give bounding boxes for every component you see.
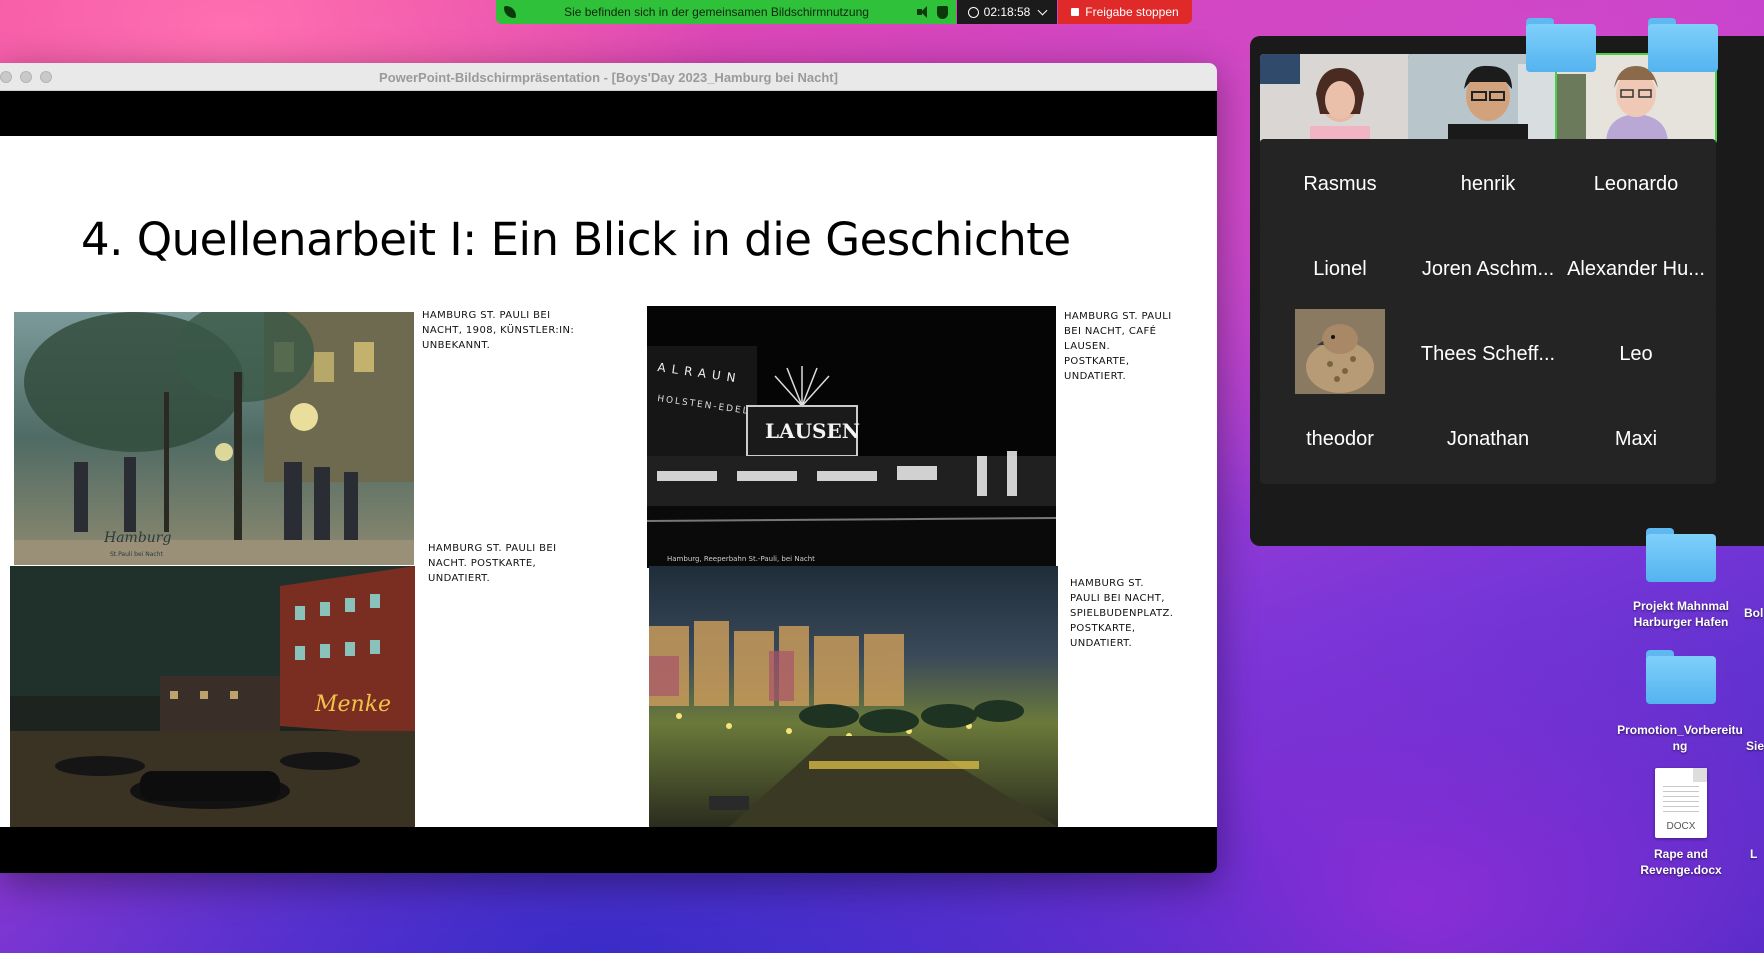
video-tile-name[interactable]: Leo	[1556, 309, 1716, 399]
text-lines	[1663, 786, 1699, 812]
photo1-script: Hamburg	[103, 530, 172, 546]
postcard-photo-spielbudenplatz	[649, 566, 1058, 827]
video-tile-name[interactable]: Maxi	[1556, 394, 1716, 484]
postcard-photo-1908: Hamburg St.Pauli bei Nacht	[14, 312, 414, 565]
video-tile-name[interactable]: Rasmus	[1260, 139, 1420, 229]
video-tile-name[interactable]: Leonardo	[1556, 139, 1716, 229]
desktop-label-fragment[interactable]: L	[1750, 846, 1764, 862]
zoom-gallery-panel[interactable]: Rasmus henrik Leonardo Lionel Joren Asch…	[1250, 36, 1764, 546]
timer-value: 02:18:58	[983, 5, 1031, 19]
stop-icon	[1071, 8, 1080, 16]
bird-avatar-image	[1295, 309, 1385, 399]
caption-photo-3: Hamburg St. Pauli bei Nacht, Café Lausen…	[1064, 311, 1172, 382]
file-extension: DOCX	[1666, 821, 1696, 832]
video-tile-name[interactable]: Lionel	[1260, 224, 1420, 314]
annotate-icon[interactable]	[504, 6, 516, 18]
video-tile-profile-picture[interactable]	[1260, 309, 1420, 399]
folder-icon-projekt-mahnmal[interactable]	[1646, 528, 1716, 582]
presentation-slide[interactable]: 4. Quellenarbeit I: Ein Blick in die Ges…	[0, 136, 1217, 827]
caption-photo-4: Hamburg St. Pauli bei Nacht, Spielbudenp…	[1070, 578, 1174, 649]
desktop-label-promotion[interactable]: Promotion_Vorbereitung	[1616, 722, 1744, 754]
video-tile-name[interactable]: Thees Scheff...	[1408, 309, 1568, 399]
folder-icon-promotion[interactable]	[1646, 650, 1716, 704]
video-tile-name[interactable]: Jonathan	[1408, 394, 1568, 484]
screen-share-bar: Sie befinden sich in der gemeinsamen Bil…	[496, 0, 1192, 24]
video-tile-participant-1[interactable]	[1260, 54, 1420, 144]
powerpoint-window: PowerPoint-Bildschirmpräsentation - [Boy…	[0, 63, 1217, 873]
photo1-subtitle: St.Pauli bei Nacht	[110, 551, 163, 558]
video-tile-name[interactable]: theodor	[1260, 394, 1420, 484]
share-status: Sie befinden sich in der gemeinsamen Bil…	[496, 0, 956, 24]
clock-icon	[967, 6, 979, 18]
desktop-label-fragment[interactable]: Bol	[1744, 605, 1764, 621]
chevron-down-icon	[1037, 5, 1048, 15]
photo3-caption: Hamburg, Reeperbahn St.-Pauli, bei Nacht	[667, 555, 815, 563]
stop-share-label: Freigabe stoppen	[1085, 5, 1179, 19]
folder-icon[interactable]	[1648, 18, 1718, 72]
stop-share-button[interactable]: Freigabe stoppen	[1058, 0, 1192, 24]
participant-video	[1260, 54, 1420, 144]
desktop-label-projekt-mahnmal[interactable]: Projekt Mahnmal Harburger Hafen	[1616, 598, 1746, 630]
video-tile-name[interactable]: Joren Aschm...	[1408, 224, 1568, 314]
docx-file-icon[interactable]: DOCX	[1655, 768, 1707, 838]
caption-photo-2: Hamburg St. Pauli bei Nacht. Postkarte, …	[428, 543, 557, 584]
page-fold	[1693, 768, 1707, 782]
postcard-photo-menke: Menke	[10, 566, 415, 827]
slide-title: 4. Quellenarbeit I: Ein Blick in die Ges…	[81, 213, 1071, 266]
photo3-lausen: LAUSEN	[765, 419, 860, 443]
speaker-icon[interactable]	[917, 6, 929, 18]
desktop-label-fragment[interactable]: Sie	[1746, 738, 1764, 754]
postcard-photo-cafe-lausen: ALRAUN HOLSTEN-EDEL LAUSEN Hamburg, Reep…	[647, 306, 1056, 568]
caption-photo-1: Hamburg St. Pauli bei Nacht, 1908, Künst…	[422, 310, 575, 351]
window-title: PowerPoint-Bildschirmpräsentation - [Boy…	[379, 70, 838, 85]
video-tile-name[interactable]: henrik	[1408, 139, 1568, 229]
window-titlebar[interactable]: PowerPoint-Bildschirmpräsentation - [Boy…	[0, 63, 1217, 91]
share-message: Sie befinden sich in der gemeinsamen Bil…	[564, 5, 869, 19]
desktop-label-rape-and-revenge[interactable]: Rape and Revenge.docx	[1616, 846, 1746, 878]
security-shield-icon[interactable]	[937, 5, 948, 19]
photo2-sign: Menke	[314, 692, 391, 717]
meeting-timer[interactable]: 02:18:58	[957, 0, 1057, 24]
video-tile-name[interactable]: Alexander Hu...	[1556, 224, 1716, 314]
folder-icon[interactable]	[1526, 18, 1596, 72]
